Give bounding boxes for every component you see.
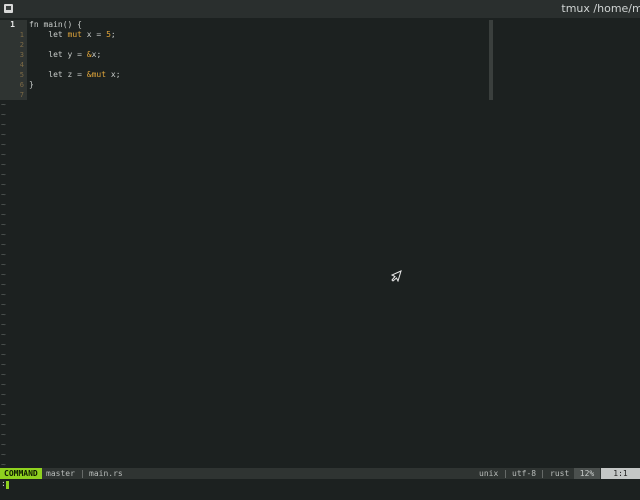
tilde-marker: ~ — [1, 210, 6, 219]
terminal-icon — [4, 4, 13, 13]
file-type: rust — [550, 469, 570, 478]
tilde-marker: ~ — [1, 430, 6, 439]
tilde-marker: ~ — [1, 340, 6, 349]
tilde-marker: ~ — [1, 270, 6, 279]
code-line[interactable] — [29, 60, 489, 70]
line-number: 3 — [19, 51, 24, 59]
line-number-current: 1 — [10, 20, 15, 29]
tilde-marker: ~ — [1, 350, 6, 359]
window-titlebar: tmux /home/mar — [0, 0, 640, 18]
tilde-marker: ~ — [1, 360, 6, 369]
tilde-marker: ~ — [1, 200, 6, 209]
tilde-marker: ~ — [1, 190, 6, 199]
tilde-marker: ~ — [1, 400, 6, 409]
line-number: 6 — [19, 81, 24, 89]
code-line[interactable] — [29, 90, 489, 100]
code-line[interactable]: let z = &mut x; — [29, 70, 489, 80]
tilde-marker: ~ — [1, 320, 6, 329]
tilde-marker: ~ — [1, 100, 6, 109]
code-line[interactable]: } — [29, 80, 489, 90]
file-format: unix — [479, 469, 499, 478]
git-branch: master — [46, 469, 75, 478]
window-title: tmux /home/mar — [561, 2, 640, 15]
status-separator: | — [80, 469, 85, 478]
vertical-scrollbar[interactable] — [489, 20, 493, 100]
code-buffer[interactable]: fn main() { let mut x = 5; let y = &x; l… — [29, 20, 489, 100]
status-line: COMMAND master | main.rs unix | utf-8 | … — [0, 468, 640, 479]
line-number: 4 — [19, 61, 24, 69]
tilde-marker: ~ — [1, 310, 6, 319]
mode-indicator: COMMAND — [0, 468, 42, 479]
tilde-marker: ~ — [1, 450, 6, 459]
tilde-marker: ~ — [1, 140, 6, 149]
tilde-marker: ~ — [1, 240, 6, 249]
code-line[interactable]: let y = &x; — [29, 50, 489, 60]
cursor-position: 1:1 — [601, 468, 640, 479]
tilde-marker: ~ — [1, 130, 6, 139]
scroll-percent: 12% — [574, 468, 600, 479]
code-line[interactable] — [29, 40, 489, 50]
tilde-marker: ~ — [1, 440, 6, 449]
file-encoding: utf-8 — [512, 469, 537, 478]
tilde-marker: ~ — [1, 250, 6, 259]
code-line[interactable]: let mut x = 5; — [29, 30, 489, 40]
tilde-marker: ~ — [1, 290, 6, 299]
tilde-marker: ~ — [1, 330, 6, 339]
mouse-pointer-icon — [390, 270, 402, 282]
tilde-marker: ~ — [1, 150, 6, 159]
tilde-marker: ~ — [1, 280, 6, 289]
line-number: 5 — [19, 71, 24, 79]
tilde-marker: ~ — [1, 380, 6, 389]
line-number: 7 — [19, 91, 24, 99]
text-cursor — [6, 481, 9, 489]
tilde-marker: ~ — [1, 120, 6, 129]
editor-area[interactable]: 1 1 2 3 4 5 6 7 fn main() { let mut x = … — [0, 20, 640, 469]
tilde-marker: ~ — [1, 160, 6, 169]
tilde-marker: ~ — [1, 230, 6, 239]
line-number: 2 — [19, 41, 24, 49]
file-name: main.rs — [89, 469, 123, 478]
code-line[interactable]: fn main() { — [29, 20, 489, 30]
line-number: 1 — [19, 31, 24, 39]
tilde-marker: ~ — [1, 220, 6, 229]
tilde-marker: ~ — [1, 170, 6, 179]
tilde-marker: ~ — [1, 420, 6, 429]
tilde-marker: ~ — [1, 410, 6, 419]
tilde-marker: ~ — [1, 260, 6, 269]
tilde-marker: ~ — [1, 390, 6, 399]
tilde-marker: ~ — [1, 180, 6, 189]
status-separator: | — [503, 469, 508, 478]
line-number-gutter: 1 1 2 3 4 5 6 7 — [0, 20, 27, 100]
command-line[interactable]: : — [0, 479, 640, 500]
tilde-marker: ~ — [1, 370, 6, 379]
tilde-marker: ~ — [1, 110, 6, 119]
status-separator: | — [540, 469, 545, 478]
tilde-marker: ~ — [1, 300, 6, 309]
